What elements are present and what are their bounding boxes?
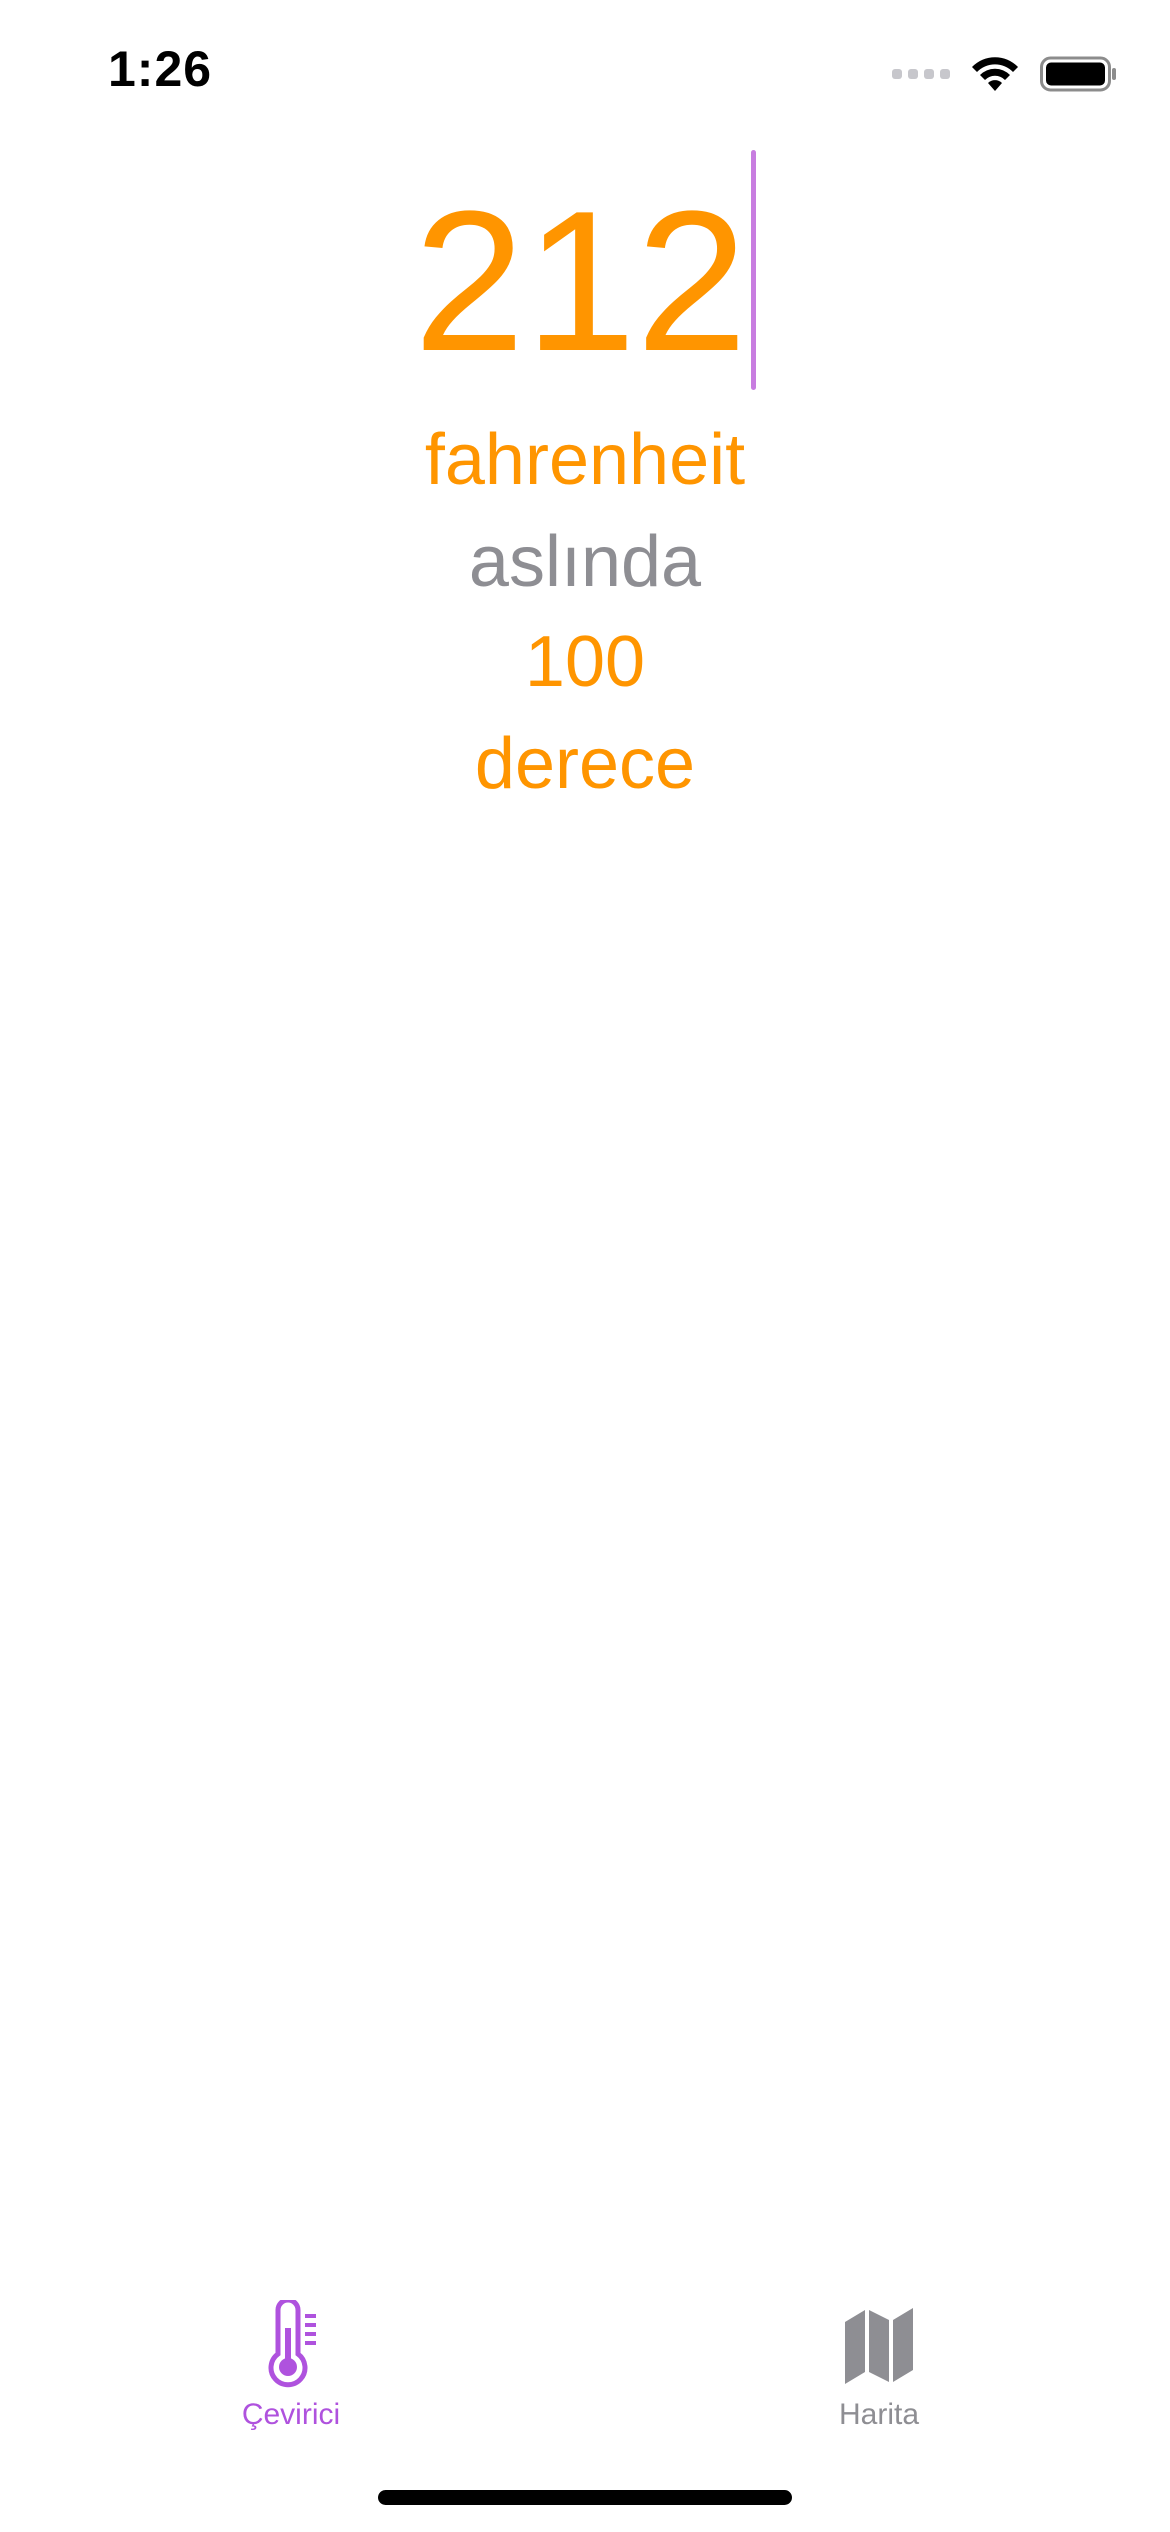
status-icons bbox=[892, 52, 1118, 96]
wifi-icon bbox=[972, 57, 1018, 91]
tab-map-label: Harita bbox=[838, 2398, 920, 2431]
tab-converter-label: Çevirici bbox=[241, 2398, 341, 2431]
cellular-signal-icon bbox=[892, 69, 950, 79]
status-time: 1:26 bbox=[108, 41, 213, 97]
input-unit-label: fahrenheit bbox=[424, 420, 746, 500]
text-cursor bbox=[751, 150, 757, 390]
tab-converter[interactable]: Çevirici bbox=[141, 2300, 441, 2450]
home-indicator bbox=[378, 2490, 792, 2505]
connector-label: aslında bbox=[468, 522, 702, 602]
battery-icon bbox=[1040, 56, 1116, 92]
status-bar: 1:26 bbox=[0, 0, 1170, 140]
tab-map[interactable]: Harita bbox=[729, 2300, 1029, 2450]
result-value: 100 bbox=[524, 622, 646, 702]
map-icon bbox=[845, 2308, 913, 2384]
temperature-input[interactable]: 212 bbox=[0, 150, 1170, 392]
result-unit-label: derece bbox=[474, 724, 696, 804]
thermometer-icon bbox=[268, 2300, 316, 2388]
temperature-input-value: 212 bbox=[413, 170, 748, 393]
